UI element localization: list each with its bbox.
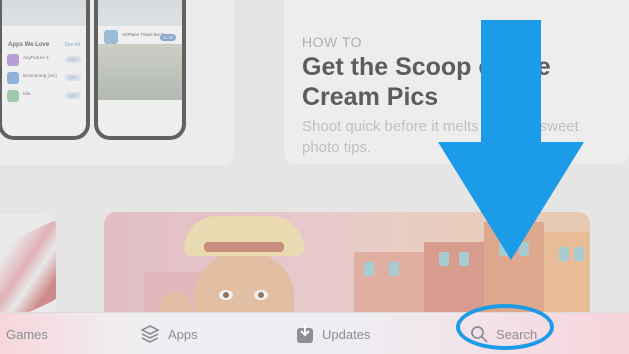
phone-section-title: Apps We Love	[8, 42, 50, 48]
tab-updates[interactable]: Updates	[296, 313, 370, 354]
phone-scene-image	[98, 44, 182, 100]
card-eyebrow-label: HOW TO	[302, 34, 363, 50]
layers-icon	[140, 324, 160, 344]
search-highlight-circle	[456, 304, 554, 350]
phone-app-row: AnyPicture 3 GET	[7, 54, 81, 70]
app-icon	[7, 72, 19, 84]
phone-banner-image	[2, 0, 86, 26]
app-store-screen: Apps We Love See All AnyPicture 3 GET Bo…	[0, 0, 629, 354]
phone-banner-image	[98, 0, 182, 26]
featured-phones-card[interactable]: Apps We Love See All AnyPicture 3 GET Bo…	[0, 0, 235, 165]
phone-app-row: Boomerang (Six) GET	[7, 72, 81, 88]
tab-apps-label: Apps	[168, 326, 198, 342]
character-hatband	[204, 242, 284, 252]
tab-games-label: Games	[6, 326, 48, 342]
phone-mockup-left: Apps We Love See All AnyPicture 3 GET Bo…	[0, 0, 90, 140]
phone-app-title: AirPlane Travel Book	[122, 32, 165, 37]
arrow-down-icon	[438, 20, 584, 260]
get-button: GET	[65, 74, 81, 81]
window-illustration	[364, 262, 374, 276]
phone-see-all: See All	[64, 42, 80, 48]
character-eye	[254, 290, 268, 300]
get-button: GET	[65, 56, 81, 63]
window-illustration	[389, 262, 399, 276]
app-name: Boomerang (Six)	[23, 73, 57, 78]
phone-app-row: Klia GET	[7, 90, 81, 106]
app-icon	[7, 90, 19, 102]
tab-updates-label: Updates	[322, 326, 371, 342]
app-name: AnyPicture 3	[23, 55, 49, 60]
price-button: $1.99	[160, 34, 176, 41]
app-icon	[7, 54, 19, 66]
phone-mockup-right: AirPlane Travel Book $1.99	[94, 0, 186, 140]
app-name: Klia	[23, 91, 31, 96]
character-eye	[219, 290, 233, 300]
tab-games[interactable]: Games	[6, 313, 48, 354]
download-tray-icon	[296, 324, 314, 344]
app-icon	[104, 30, 118, 44]
get-button: GET	[65, 92, 81, 99]
tab-apps[interactable]: Apps	[140, 313, 198, 354]
